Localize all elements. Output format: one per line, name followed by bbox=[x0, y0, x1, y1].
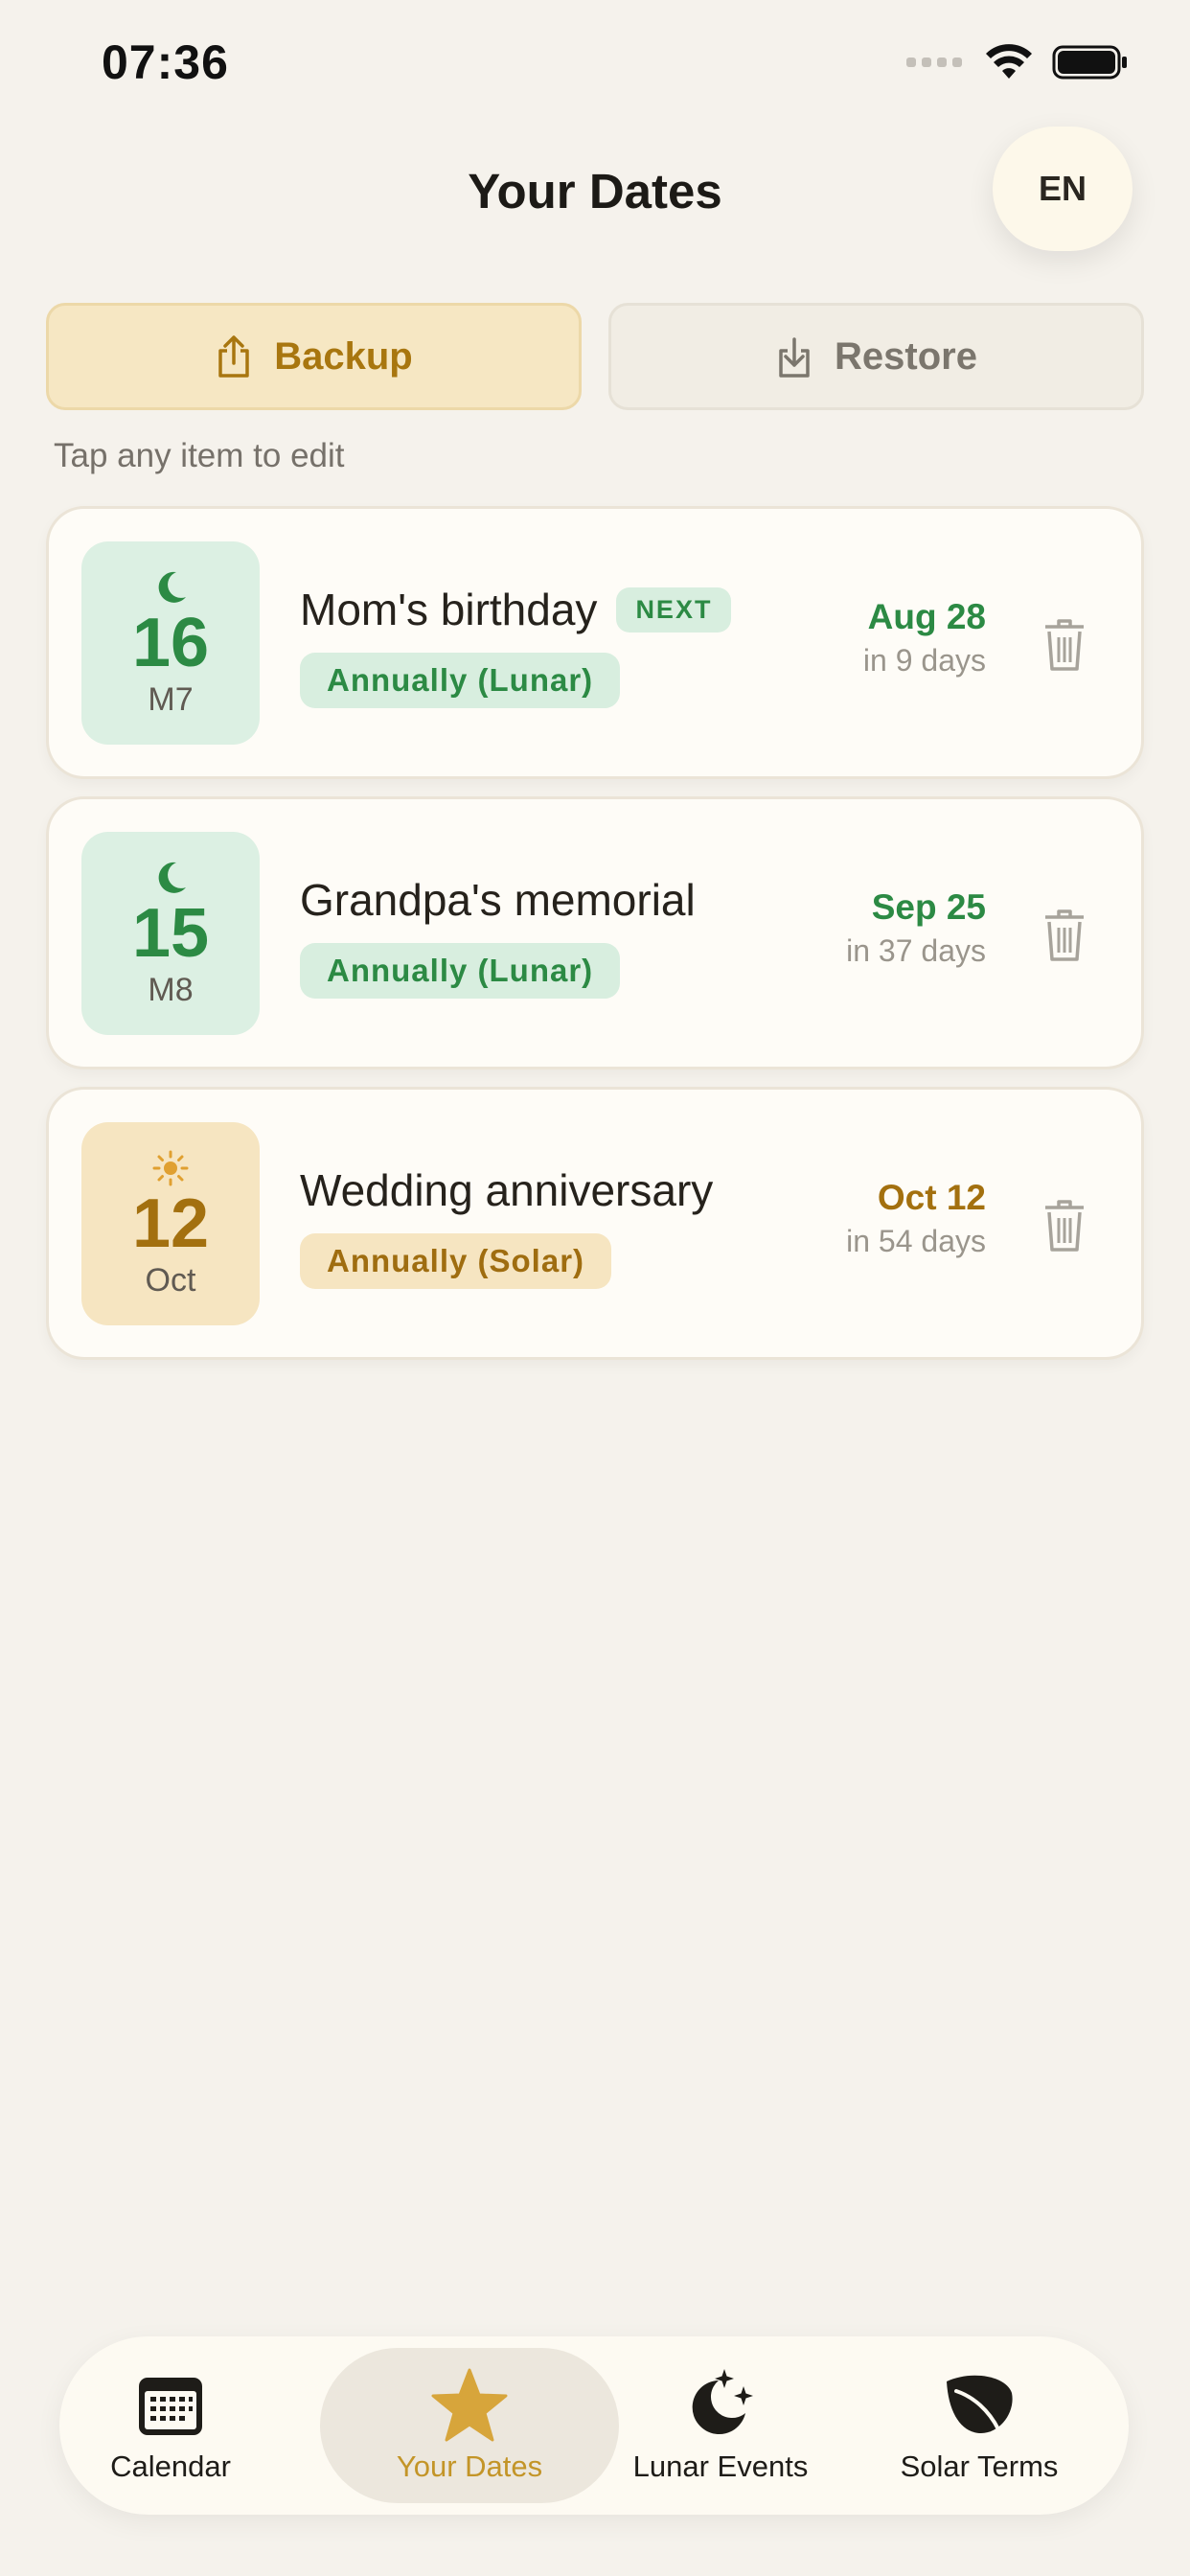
delete-button[interactable] bbox=[1038, 905, 1091, 966]
next-badge: NEXT bbox=[616, 586, 732, 632]
status-indicators bbox=[906, 44, 1129, 80]
header: Your Dates EN bbox=[0, 125, 1190, 259]
cellular-signal-icon bbox=[906, 58, 962, 67]
action-row: Backup Restore bbox=[46, 303, 1144, 410]
card-body: Wedding anniversary Annually (Solar) bbox=[300, 1164, 713, 1289]
calendar-icon bbox=[139, 2378, 202, 2435]
tab-bar: Calendar Your Dates Lunar Events Solar T… bbox=[59, 2336, 1129, 2515]
tile-day: 12 bbox=[131, 1184, 210, 1262]
trash-icon bbox=[1045, 1200, 1084, 1252]
delete-button[interactable] bbox=[1038, 614, 1091, 676]
share-upload-icon bbox=[218, 335, 249, 378]
tile-month: M8 bbox=[148, 971, 194, 1008]
restore-label: Restore bbox=[835, 334, 977, 378]
moon-icon bbox=[158, 571, 186, 603]
recurrence-tag: Annually (Lunar) bbox=[300, 653, 621, 708]
tab-label: Solar Terms bbox=[900, 2450, 1059, 2483]
next-date: Sep 25 bbox=[871, 887, 986, 927]
leaf-icon bbox=[947, 2375, 1013, 2433]
next-occurrence: Aug 28 in 9 days bbox=[863, 597, 986, 678]
tab-solar-terms[interactable]: Solar Terms bbox=[874, 2348, 1085, 2503]
tab-your-dates[interactable]: Your Dates bbox=[320, 2348, 619, 2503]
backup-button[interactable]: Backup bbox=[46, 303, 582, 410]
tile-month: M7 bbox=[148, 680, 194, 718]
card-body: Grandpa's memorial Annually (Lunar) bbox=[300, 874, 696, 999]
next-occurrence: Sep 25 in 37 days bbox=[846, 887, 986, 969]
next-date: Aug 28 bbox=[867, 597, 986, 636]
moon-icon bbox=[158, 862, 186, 893]
battery-icon bbox=[1052, 45, 1127, 80]
tab-label: Your Dates bbox=[396, 2450, 543, 2483]
moon-stars-icon bbox=[692, 2369, 753, 2434]
recurrence-tag: Annually (Lunar) bbox=[300, 943, 621, 999]
date-title: Mom's birthday bbox=[300, 585, 598, 634]
edit-hint: Tap any item to edit bbox=[54, 437, 345, 474]
recurrence-tag: Annually (Solar) bbox=[300, 1233, 612, 1289]
days-until: in 54 days bbox=[846, 1224, 986, 1258]
tile-day: 16 bbox=[131, 604, 210, 681]
tile-month: Oct bbox=[145, 1261, 196, 1299]
date-card[interactable]: 15 M8 Grandpa's memorial Annually (Lunar… bbox=[46, 796, 1144, 1070]
date-tile: 15 M8 bbox=[81, 832, 260, 1035]
date-title: Wedding anniversary bbox=[300, 1165, 714, 1215]
tab-label: Lunar Events bbox=[632, 2450, 809, 2483]
sun-icon bbox=[152, 1150, 189, 1185]
backup-label: Backup bbox=[274, 334, 413, 378]
date-title: Grandpa's memorial bbox=[300, 875, 696, 925]
days-until: in 37 days bbox=[846, 933, 986, 968]
next-date: Oct 12 bbox=[877, 1178, 986, 1217]
delete-button[interactable] bbox=[1038, 1195, 1091, 1256]
card-body: Mom's birthday NEXT Annually (Lunar) bbox=[300, 584, 732, 708]
language-button[interactable]: EN bbox=[993, 126, 1133, 251]
download-icon bbox=[779, 337, 810, 378]
trash-icon bbox=[1045, 619, 1084, 671]
tab-lunar-events[interactable]: Lunar Events bbox=[623, 2348, 818, 2503]
tab-calendar[interactable]: Calendar bbox=[86, 2348, 255, 2503]
date-card[interactable]: 12 Oct Wedding anniversary Annually (Sol… bbox=[46, 1087, 1144, 1360]
status-time: 07:36 bbox=[102, 35, 229, 89]
wifi-icon bbox=[986, 44, 1032, 79]
status-bar: 07:36 bbox=[0, 0, 1190, 125]
tile-day: 15 bbox=[131, 894, 210, 972]
days-until: in 9 days bbox=[862, 643, 986, 678]
date-card[interactable]: 16 M7 Mom's birthday NEXT Annually (Luna… bbox=[46, 506, 1144, 779]
next-occurrence: Oct 12 in 54 days bbox=[846, 1178, 986, 1259]
restore-button[interactable]: Restore bbox=[608, 303, 1144, 410]
tab-label: Calendar bbox=[110, 2450, 231, 2483]
date-tile: 12 Oct bbox=[81, 1122, 260, 1325]
star-icon bbox=[431, 2368, 508, 2442]
date-tile: 16 M7 bbox=[81, 541, 260, 745]
trash-icon bbox=[1045, 909, 1084, 961]
